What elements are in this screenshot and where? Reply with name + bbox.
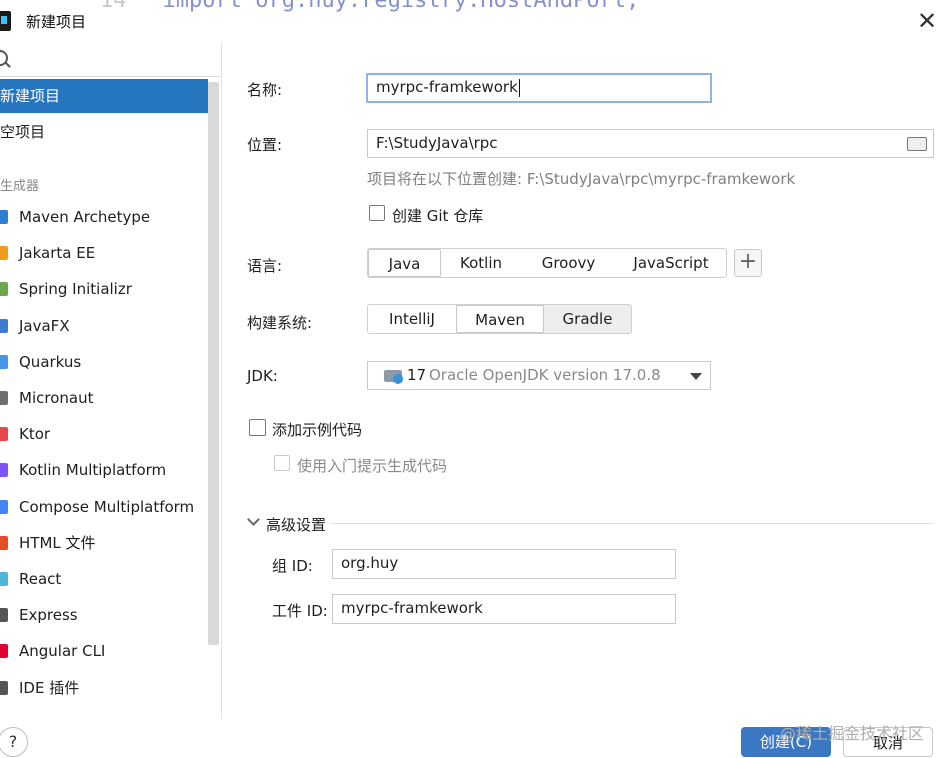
generator-item[interactable]: Micronaut <box>0 383 208 413</box>
text-caret <box>518 78 520 97</box>
sidebar: 新建项目 空项目 生成器 Maven Archetype Jakarta EE Spr… <box>0 42 222 719</box>
intellij-logo-icon <box>0 11 11 31</box>
background-line-number: 14 <box>100 0 127 13</box>
generator-label: HTML 文件 <box>19 533 96 552</box>
divider <box>331 523 933 524</box>
build-system-label: 构建系统: <box>247 314 313 332</box>
generator-label: IDE 插件 <box>19 678 80 697</box>
title-bar: 14 import org.huy.registry.HostAndPort; 新… <box>0 0 946 42</box>
generator-item[interactable]: Express <box>0 600 208 630</box>
express-icon <box>0 608 8 623</box>
react-icon <box>0 572 8 586</box>
window-title: 新建项目 <box>26 13 87 31</box>
sample-code-label[interactable]: 添加示例代码 <box>272 419 362 440</box>
build-system-selector: IntelliJ Maven Gradle <box>367 304 632 334</box>
quarkus-icon <box>0 354 8 369</box>
build-option-maven[interactable]: Maven <box>456 305 544 333</box>
generator-label: Angular CLI <box>19 642 106 661</box>
close-icon[interactable]: ✕ <box>914 8 940 34</box>
generator-label: Maven Archetype <box>19 208 151 226</box>
advanced-settings-toggle[interactable]: 高级设置 <box>247 513 933 534</box>
javafx-icon <box>0 318 8 333</box>
sidebar-search[interactable] <box>0 42 221 77</box>
sample-code-checkbox[interactable] <box>249 419 266 436</box>
generator-label: React <box>19 570 62 588</box>
maven-icon <box>0 210 8 224</box>
group-id-label: 组 ID: <box>272 557 313 575</box>
angular-icon <box>0 644 8 659</box>
name-input-value: myrpc-framkework <box>376 78 518 96</box>
search-icon <box>0 50 8 66</box>
generator-item[interactable]: Jakarta EE <box>0 238 208 268</box>
onboarding-label: 使用入门提示生成代码 <box>297 457 448 475</box>
name-input[interactable]: myrpc-framkework <box>366 73 712 103</box>
generator-item[interactable]: IDE 插件 <box>0 673 208 703</box>
generator-item[interactable]: React <box>0 564 208 594</box>
name-label: 名称: <box>247 81 283 99</box>
generator-label: Spring Initializr <box>19 280 132 299</box>
generator-item[interactable]: HTML 文件 <box>0 528 208 558</box>
plugin-icon <box>0 680 8 695</box>
folder-icon[interactable] <box>907 137 927 151</box>
group-id-input[interactable]: org.huy <box>332 549 676 579</box>
html-icon <box>0 535 8 550</box>
generators-header: 生成器 <box>0 179 40 194</box>
generator-item[interactable]: Quarkus <box>0 347 208 377</box>
jdk-name: Oracle OpenJDK version 17.0.8 <box>429 366 661 384</box>
artifact-id-input[interactable]: myrpc-framkework <box>332 594 676 624</box>
generator-label: JavaFX <box>19 316 70 335</box>
generator-label: Kotlin Multiplatform <box>19 461 167 480</box>
git-checkbox-label[interactable]: 创建 Git 仓库 <box>392 205 483 226</box>
jdk-dropdown[interactable]: 17 Oracle OpenJDK version 17.0.8 <box>367 361 711 390</box>
generator-item[interactable]: JavaFX <box>0 311 208 341</box>
ktor-icon <box>0 427 8 442</box>
watermark: @稀土掘金技术社区 <box>780 724 925 743</box>
onboarding-checkbox[interactable] <box>274 455 290 471</box>
build-option-gradle[interactable]: Gradle <box>544 305 631 333</box>
background-code-text: import org.huy.registry.HostAndPort; <box>162 0 640 13</box>
advanced-settings-label: 高级设置 <box>266 516 327 534</box>
generator-label: Compose Multiplatform <box>19 497 195 516</box>
spring-icon <box>0 282 8 297</box>
generator-label: Express <box>19 606 78 625</box>
kotlin-icon <box>0 463 8 478</box>
generator-item[interactable]: Compose Multiplatform <box>0 492 208 522</box>
jakarta-icon <box>0 246 8 261</box>
location-hint: 项目将在以下位置创建: F:\StudyJava\rpc\myrpc-framk… <box>367 170 796 188</box>
generator-item[interactable]: Maven Archetype <box>0 202 208 232</box>
language-option-groovy[interactable]: Groovy <box>521 249 616 277</box>
generator-item[interactable]: Ktor <box>0 419 208 449</box>
generator-item[interactable]: Kotlin Multiplatform <box>0 455 208 485</box>
compose-icon <box>0 499 8 514</box>
add-language-button[interactable]: + <box>734 249 762 277</box>
jdk-folder-icon <box>384 370 403 384</box>
artifact-id-label: 工件 ID: <box>272 602 328 620</box>
language-option-java[interactable]: Java <box>368 249 441 277</box>
sidebar-item-new-project[interactable]: 新建项目 <box>0 79 208 113</box>
jdk-version: 17 <box>407 366 427 384</box>
generator-label: Jakarta EE <box>19 244 96 263</box>
git-checkbox[interactable] <box>369 205 385 221</box>
chevron-down-icon <box>247 513 260 526</box>
language-option-kotlin[interactable]: Kotlin <box>441 249 521 277</box>
micronaut-icon <box>0 391 8 405</box>
generator-item[interactable]: Angular CLI <box>0 636 208 666</box>
build-option-intellij[interactable]: IntelliJ <box>368 305 456 333</box>
language-option-javascript[interactable]: JavaScript <box>616 249 726 277</box>
location-label: 位置: <box>247 136 283 154</box>
generator-item[interactable]: Spring Initializr <box>0 274 208 304</box>
language-selector: Java Kotlin Groovy JavaScript <box>367 248 727 278</box>
chevron-down-icon <box>690 373 702 380</box>
sidebar-item-empty-project[interactable]: 空项目 <box>0 115 208 149</box>
jdk-label: JDK: <box>247 367 278 385</box>
language-label: 语言: <box>247 257 283 275</box>
location-input-value: F:\StudyJava\rpc <box>376 134 498 152</box>
help-button[interactable]: ? <box>0 727 28 757</box>
generator-label: Micronaut <box>19 389 94 407</box>
generator-label: Ktor <box>19 425 51 444</box>
background-editor-code: 14 import org.huy.registry.HostAndPort; <box>100 0 639 13</box>
location-input[interactable]: F:\StudyJava\rpc <box>367 129 934 158</box>
sidebar-scrollbar[interactable] <box>208 82 219 645</box>
generator-label: Quarkus <box>19 352 82 371</box>
